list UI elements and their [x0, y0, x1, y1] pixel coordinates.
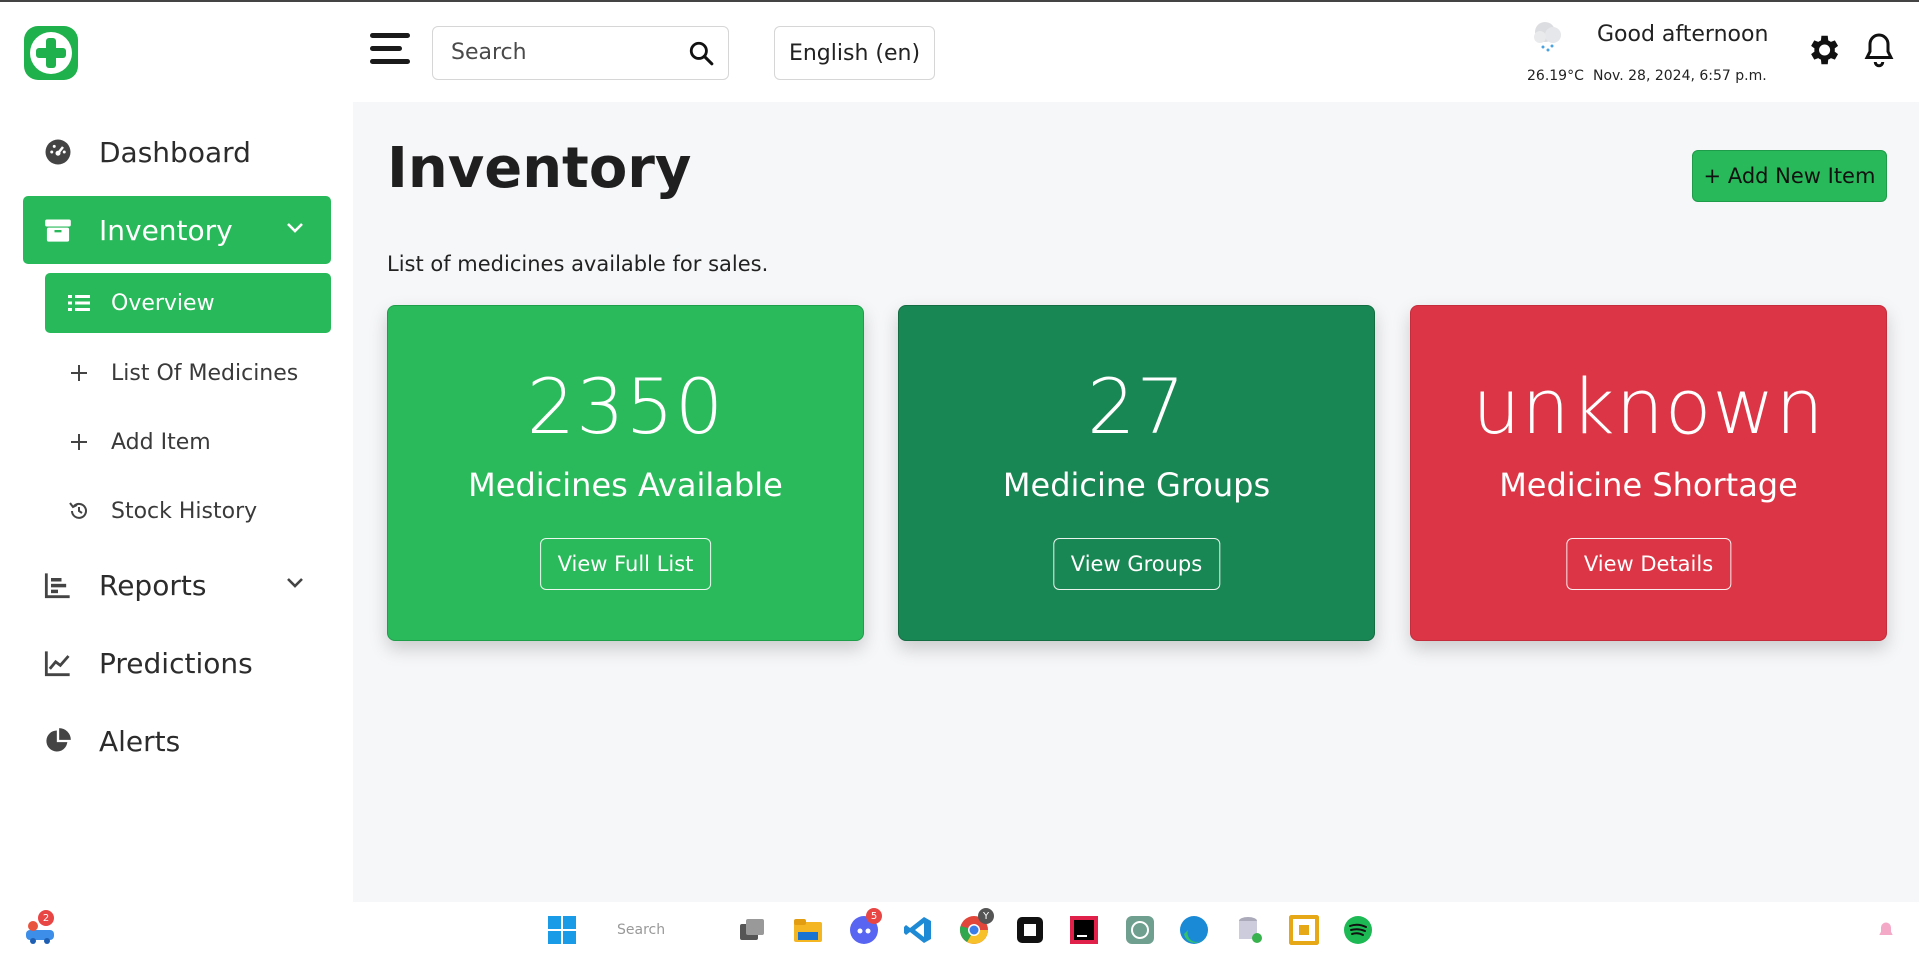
- bar-chart-icon: [43, 570, 73, 600]
- card-label: Medicines Available: [468, 466, 783, 504]
- taskbar-search[interactable]: Search: [617, 922, 665, 938]
- plus-icon: [67, 361, 91, 385]
- plus-icon: [67, 430, 91, 454]
- datetime-text: Nov. 28, 2024, 6:57 p.m.: [1593, 68, 1767, 84]
- history-icon: [67, 499, 91, 523]
- sidebar-item-dashboard[interactable]: Dashboard: [23, 118, 331, 186]
- language-select[interactable]: English (en): [774, 26, 935, 80]
- sidebar-item-reports[interactable]: Reports: [23, 551, 331, 619]
- search-icon[interactable]: [688, 40, 714, 66]
- greeting-text: Good afternoon: [1597, 22, 1769, 47]
- view-details-button[interactable]: View Details: [1565, 538, 1732, 590]
- app-box-icon[interactable]: [1014, 914, 1046, 946]
- menu-toggle-button[interactable]: [370, 33, 410, 67]
- discord-badge: 5: [866, 908, 882, 924]
- view-full-list-button[interactable]: View Full List: [539, 538, 712, 590]
- task-view-icon[interactable]: [736, 914, 768, 946]
- search-box: [432, 26, 729, 80]
- spotify-icon[interactable]: [1342, 914, 1374, 946]
- gear-icon[interactable]: [1804, 31, 1842, 69]
- sidebar-item-alerts[interactable]: Alerts: [23, 707, 331, 775]
- sidebar-subitem-add-item[interactable]: Add Item: [45, 412, 331, 472]
- chevron-down-icon: [287, 223, 303, 233]
- card-value: 2350: [526, 362, 725, 451]
- hamburger-line: [370, 33, 410, 38]
- page-subtitle: List of medicines available for sales.: [387, 252, 769, 276]
- sidebar-subitem-label: List Of Medicines: [111, 360, 299, 386]
- main-content: Inventory + Add New Item List of medicin…: [353, 102, 1919, 902]
- line-chart-icon: [43, 648, 73, 678]
- card-value: 27: [1087, 362, 1186, 451]
- chatgpt-icon[interactable]: [1124, 914, 1156, 946]
- medicines-available-card: 2350 Medicines Available View Full List: [387, 305, 864, 641]
- hamburger-line: [370, 59, 410, 64]
- vscode-icon[interactable]: [902, 914, 934, 946]
- card-label: Medicine Groups: [1002, 466, 1271, 504]
- sidebar-item-predictions[interactable]: Predictions: [23, 629, 331, 697]
- box-icon: [43, 215, 73, 245]
- list-icon: [67, 291, 91, 315]
- sidebar: Dashboard Inventory Overview List Of Med…: [0, 102, 353, 958]
- app-logo[interactable]: [24, 26, 78, 80]
- weather-snow-cloud-icon: [1534, 22, 1561, 52]
- windows-start-icon[interactable]: [546, 914, 578, 946]
- file-explorer-icon[interactable]: [792, 914, 824, 946]
- page-title: Inventory: [387, 136, 692, 201]
- sidebar-subitem-overview[interactable]: Overview: [45, 273, 331, 333]
- medicine-shortage-card: unknown Medicine Shortage View Details: [1410, 305, 1887, 641]
- sidebar-item-label: Reports: [99, 568, 207, 602]
- notification-bell-icon[interactable]: [1876, 920, 1896, 940]
- temperature-text: 26.19°C: [1527, 68, 1584, 84]
- card-label: Medicine Shortage: [1499, 466, 1798, 504]
- sidebar-subitem-label: Add Item: [111, 429, 211, 455]
- medicine-groups-card: 27 Medicine Groups View Groups: [898, 305, 1375, 641]
- gauge-icon: [43, 137, 73, 167]
- chrome-profile-badge: Y: [978, 908, 994, 924]
- sidebar-subitem-label: Overview: [111, 290, 215, 316]
- add-new-item-button[interactable]: + Add New Item: [1692, 150, 1887, 202]
- os-taskbar: 2 Search 5 Y: [0, 902, 1919, 958]
- view-groups-button[interactable]: View Groups: [1052, 538, 1221, 590]
- edge-icon[interactable]: [1178, 914, 1210, 946]
- app-gold-icon[interactable]: [1288, 914, 1320, 946]
- sidebar-item-label: Inventory: [99, 213, 233, 247]
- search-input[interactable]: [451, 40, 671, 65]
- sidebar-subitem-list-of-medicines[interactable]: List Of Medicines: [45, 343, 331, 403]
- sidebar-item-label: Predictions: [99, 646, 253, 680]
- jetbrains-icon[interactable]: [1068, 914, 1100, 946]
- bell-icon[interactable]: [1861, 30, 1897, 70]
- card-value: unknown: [1472, 362, 1825, 451]
- top-header: English (en) 26.19°C Good afternoon Nov.…: [0, 2, 1919, 102]
- sidebar-item-label: Dashboard: [99, 135, 251, 169]
- sidebar-subitem-label: Stock History: [111, 498, 258, 524]
- sidebar-item-label: Alerts: [99, 724, 181, 758]
- chevron-down-icon: [287, 578, 303, 588]
- database-icon[interactable]: [1234, 914, 1266, 946]
- sidebar-item-inventory[interactable]: Inventory: [23, 196, 331, 264]
- pie-chart-icon: [43, 726, 73, 756]
- notification-badge: 2: [38, 910, 54, 926]
- medical-cross-icon: [30, 32, 72, 74]
- hamburger-line: [370, 46, 402, 51]
- sidebar-subitem-stock-history[interactable]: Stock History: [45, 481, 331, 541]
